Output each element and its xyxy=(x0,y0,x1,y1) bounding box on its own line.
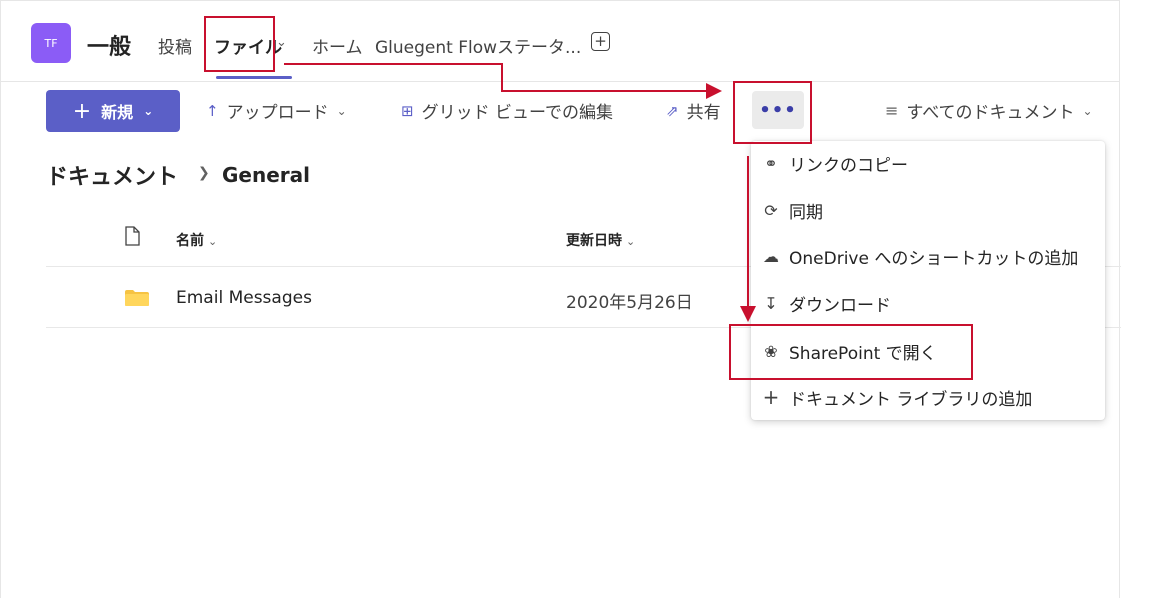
menu-item-label: 同期 xyxy=(789,202,823,223)
chevron-down-icon: ⌄ xyxy=(1082,103,1093,118)
menu-item-sync[interactable]: ⟳ 同期 xyxy=(761,195,823,225)
menu-item-label: リンクのコピー xyxy=(789,155,908,176)
chevron-down-icon: ⌄ xyxy=(143,104,154,118)
chevron-down-icon[interactable]: ⌄ xyxy=(276,35,287,50)
file-type-icon xyxy=(125,226,140,246)
plus-icon: + xyxy=(72,98,92,124)
column-header-name[interactable]: 名前 ⌄ xyxy=(176,230,217,250)
add-tab-icon[interactable]: + xyxy=(591,32,610,51)
teams-window: TF 一般 投稿 ファイル ⌄ ホーム Gluegent Flowステータ...… xyxy=(0,0,1121,598)
upload-icon: ↑ xyxy=(206,101,219,120)
upload-button[interactable]: ↑ アップロード ⌄ xyxy=(206,98,347,124)
chevron-down-icon: ⌄ xyxy=(336,103,347,118)
link-icon: ⚭ xyxy=(764,153,778,173)
channel-title: 一般 xyxy=(87,35,132,60)
menu-item-label: OneDrive へのショートカットの追加 xyxy=(789,248,1079,269)
share-label: 共有 xyxy=(686,103,721,123)
breadcrumb-documents[interactable]: ドキュメント xyxy=(46,159,178,191)
new-button-label: 新規 xyxy=(101,103,134,122)
view-label: すべてのドキュメント xyxy=(906,103,1075,123)
upload-label: アップロード xyxy=(226,103,329,123)
grid-edit-button[interactable]: ⊞ グリッド ビューでの編集 xyxy=(401,98,613,124)
menu-item-label: ドキュメント ライブラリの追加 xyxy=(789,389,1033,410)
menu-item-label: ダウンロード xyxy=(789,295,891,316)
menu-item-copy-link[interactable]: ⚭ リンクのコピー xyxy=(761,148,908,178)
annotation-highlight-more-button xyxy=(733,81,812,144)
folder-icon xyxy=(125,290,149,306)
header-divider xyxy=(1,81,1120,82)
menu-item-download[interactable]: ↧ ダウンロード xyxy=(761,288,891,318)
chevron-right-icon: ❯ xyxy=(198,165,210,181)
annotation-highlight-files-tab xyxy=(204,16,275,72)
view-selector[interactable]: ≡ すべてのドキュメント ⌄ xyxy=(885,98,1093,123)
plus-icon: + xyxy=(762,385,780,409)
column-header-name-label: 名前 xyxy=(176,233,204,249)
tab-posts[interactable]: 投稿 xyxy=(158,33,192,58)
tab-home[interactable]: ホーム xyxy=(312,33,363,58)
share-button[interactable]: ⇗ 共有 xyxy=(666,98,721,124)
annotation-highlight-open-sharepoint xyxy=(729,324,973,380)
new-button[interactable]: + 新規 ⌄ xyxy=(46,90,180,132)
filter-lines-icon: ≡ xyxy=(885,101,899,120)
menu-item-onedrive-shortcut[interactable]: ☁ OneDrive へのショートカットの追加 xyxy=(761,241,1078,271)
download-icon: ↧ xyxy=(764,293,778,313)
menu-item-add-library[interactable]: + ドキュメント ライブラリの追加 xyxy=(761,382,1033,412)
breadcrumb-current: General xyxy=(222,163,310,187)
grid-edit-label: グリッド ビューでの編集 xyxy=(421,103,613,123)
column-header-modified[interactable]: 更新日時 ⌄ xyxy=(566,230,635,250)
column-header-modified-label: 更新日時 xyxy=(566,233,622,249)
tab-gluegent-flow[interactable]: Gluegent Flowステータ... xyxy=(375,33,581,58)
file-name[interactable]: Email Messages xyxy=(176,288,312,308)
team-avatar[interactable]: TF xyxy=(31,23,71,63)
active-tab-indicator xyxy=(216,76,292,79)
onedrive-shortcut-icon: ☁ xyxy=(763,246,779,266)
chevron-down-icon: ⌄ xyxy=(208,235,218,248)
chevron-down-icon: ⌄ xyxy=(626,235,636,248)
sync-icon: ⟳ xyxy=(764,200,778,220)
file-modified-date: 2020年5月26日 xyxy=(566,293,693,313)
share-icon: ⇗ xyxy=(666,101,679,120)
grid-icon: ⊞ xyxy=(401,101,414,120)
